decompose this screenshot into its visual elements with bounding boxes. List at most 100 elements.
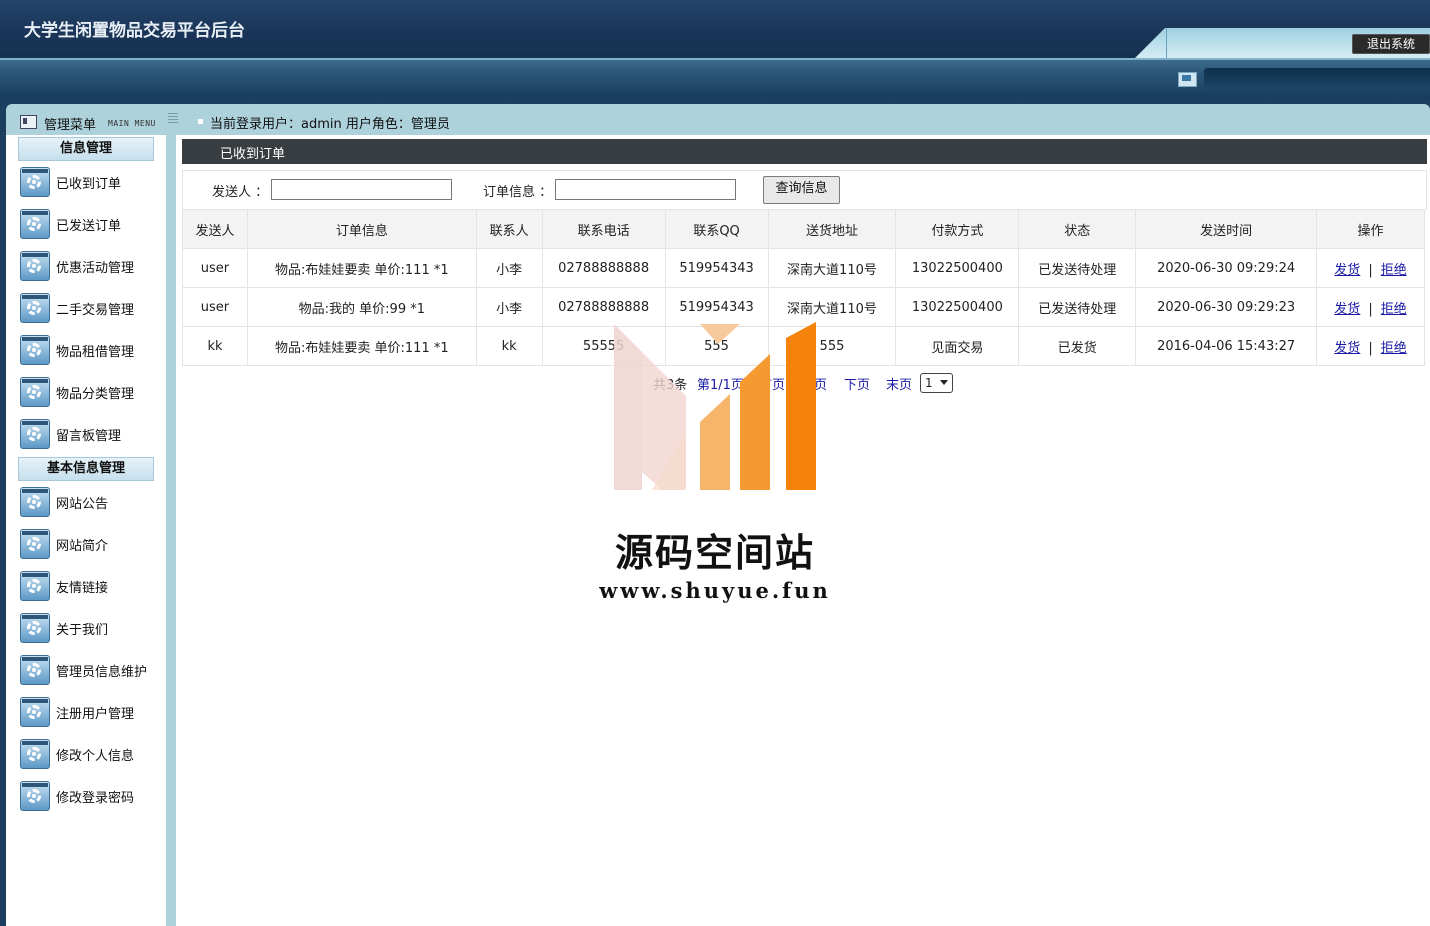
sidebar-item-label: 二手交易管理 [56, 302, 135, 318]
order-info-label: 订单信息 ： [483, 185, 553, 200]
search-button[interactable]: 查询信息 [763, 176, 840, 204]
gear-icon [20, 655, 50, 685]
column-header: 操作 [1316, 209, 1425, 249]
table-cell: 02788888888 [541, 287, 666, 327]
column-header: 联系电话 [541, 209, 666, 249]
ship-link[interactable]: 发货 [1334, 263, 1360, 278]
table-cell: kk [475, 326, 543, 366]
reject-link[interactable]: 拒绝 [1381, 341, 1407, 356]
sidebar-item[interactable]: 管理员信息维护 [6, 649, 166, 691]
table-cell: 已发送待处理 [1018, 248, 1137, 288]
bullet-icon [198, 119, 203, 124]
table-cell: 物品:我的 单价:99 *1 [246, 287, 477, 327]
gear-icon [20, 571, 50, 601]
gear-icon [20, 335, 50, 365]
table-cell: user [182, 248, 248, 288]
current-user-info: 当前登录用户：admin 用户角色：管理员 [210, 117, 450, 132]
gear-icon [20, 739, 50, 769]
column-header: 状态 [1018, 209, 1137, 249]
ship-link[interactable]: 发货 [1334, 341, 1360, 356]
column-header: 联系QQ [664, 209, 769, 249]
reject-link[interactable]: 拒绝 [1381, 302, 1407, 317]
ship-link[interactable]: 发货 [1334, 302, 1360, 317]
table-header-row: 发送人 订单信息 联系人 联系电话 联系QQ 送货地址 付款方式 状态 发送时间 操作 [182, 209, 1425, 249]
gear-icon [20, 529, 50, 559]
sidebar-item[interactable]: 优惠活动管理 [6, 245, 166, 287]
reject-link[interactable]: 拒绝 [1381, 263, 1407, 278]
panel-title: 已收到订单 [182, 139, 1427, 164]
column-header: 联系人 [475, 209, 543, 249]
gear-icon [20, 697, 50, 727]
action-separator: | [1368, 340, 1373, 356]
sidebar-item-label: 修改登录密码 [56, 790, 135, 806]
table-cell: 2020-06-30 09:29:24 [1135, 248, 1318, 288]
table-cell: user [182, 287, 248, 327]
sender-input[interactable] [271, 179, 452, 200]
sidebar-item[interactable]: 已发送订单 [6, 203, 166, 245]
column-header: 付款方式 [895, 209, 1020, 249]
page-select[interactable]: 1 [920, 373, 953, 393]
table-cell: 物品:布娃娃要卖 单价:111 *1 [246, 326, 477, 366]
column-header: 发送时间 [1135, 209, 1318, 249]
actions-cell: 发货 | 拒绝 [1316, 248, 1425, 288]
sidebar-item-label: 网站公告 [56, 496, 109, 512]
action-separator: | [1368, 262, 1373, 278]
sidebar-item-label: 物品分类管理 [56, 386, 135, 402]
site-title: 大学生闲置物品交易平台后台 [24, 21, 245, 41]
sidebar-section-title: 信息管理 [18, 137, 154, 161]
table-cell: 519954343 [664, 287, 769, 327]
sidebar-item[interactable]: 网站简介 [6, 523, 166, 565]
table-cell: 13022500400 [895, 287, 1020, 327]
monitor-icon [1178, 72, 1197, 87]
sidebar-item[interactable]: 修改个人信息 [6, 733, 166, 775]
sidebar-divider [166, 135, 176, 926]
sidebar-item[interactable]: 注册用户管理 [6, 691, 166, 733]
table-cell: 已发送待处理 [1018, 287, 1137, 327]
sidebar-item-label: 物品租借管理 [56, 344, 135, 360]
sidebar-section-title: 基本信息管理 [18, 457, 154, 481]
table-cell: 519954343 [664, 248, 769, 288]
sidebar-item[interactable]: 关于我们 [6, 607, 166, 649]
column-header: 发送人 [182, 209, 248, 249]
menu-icon [20, 115, 37, 129]
sidebar-item[interactable]: 友情链接 [6, 565, 166, 607]
column-header: 送货地址 [767, 209, 897, 249]
actions-cell: 发货 | 拒绝 [1316, 287, 1425, 327]
gear-icon [20, 377, 50, 407]
menu-title: 管理菜单 [44, 118, 97, 133]
menu-toggle-icon[interactable] [168, 113, 178, 123]
table-cell: kk [182, 326, 248, 366]
sidebar-item[interactable]: 二手交易管理 [6, 287, 166, 329]
sidebar-item[interactable]: 网站公告 [6, 481, 166, 523]
table-cell: 02788888888 [541, 248, 666, 288]
gear-icon [20, 613, 50, 643]
sidebar-item-label: 注册用户管理 [56, 706, 135, 722]
sidebar-item[interactable]: 留言板管理 [6, 413, 166, 455]
table-cell: 见面交易 [895, 326, 1020, 366]
gear-icon [20, 167, 50, 197]
actions-cell: 发货 | 拒绝 [1316, 326, 1425, 366]
table-row: user 物品:我的 单价:99 *1 小李 02788888888 519954343… [182, 287, 1425, 327]
sidebar: 信息管理 已收到订单 已发送订单优惠活动管理 二手交易管理 物品租借管理 物品分类管理 留言… [6, 135, 166, 926]
table-row: user 物品:布娃娃要卖 单价:111 *1 小李 02788888888 51995… [182, 248, 1425, 288]
sidebar-item-label: 网站简介 [56, 538, 109, 554]
gear-icon [20, 293, 50, 323]
table-cell: 深南大道110号 [767, 287, 897, 327]
watermark-logo [614, 322, 816, 490]
table-cell: 物品:布娃娃要卖 单价:111 *1 [246, 248, 477, 288]
table-cell: 2016-04-06 15:43:27 [1135, 326, 1318, 366]
order-info-input[interactable] [555, 179, 736, 200]
sidebar-item-label: 优惠活动管理 [56, 260, 135, 276]
watermark-url: www.shuyue.fun [599, 578, 831, 603]
table-cell: 已发货 [1018, 326, 1137, 366]
sidebar-item-label: 留言板管理 [56, 428, 122, 444]
sidebar-item[interactable]: 物品分类管理 [6, 371, 166, 413]
logout-button[interactable]: 退出系统 [1352, 34, 1430, 54]
pager-next[interactable]: 下页 [844, 374, 870, 393]
pager-last[interactable]: 末页 [886, 374, 912, 393]
gear-icon [20, 419, 50, 449]
sidebar-item[interactable]: 修改登录密码 [6, 775, 166, 817]
sidebar-item[interactable]: 已收到订单 [6, 161, 166, 203]
sender-label: 发送人 ： [212, 185, 269, 200]
sidebar-item[interactable]: 物品租借管理 [6, 329, 166, 371]
